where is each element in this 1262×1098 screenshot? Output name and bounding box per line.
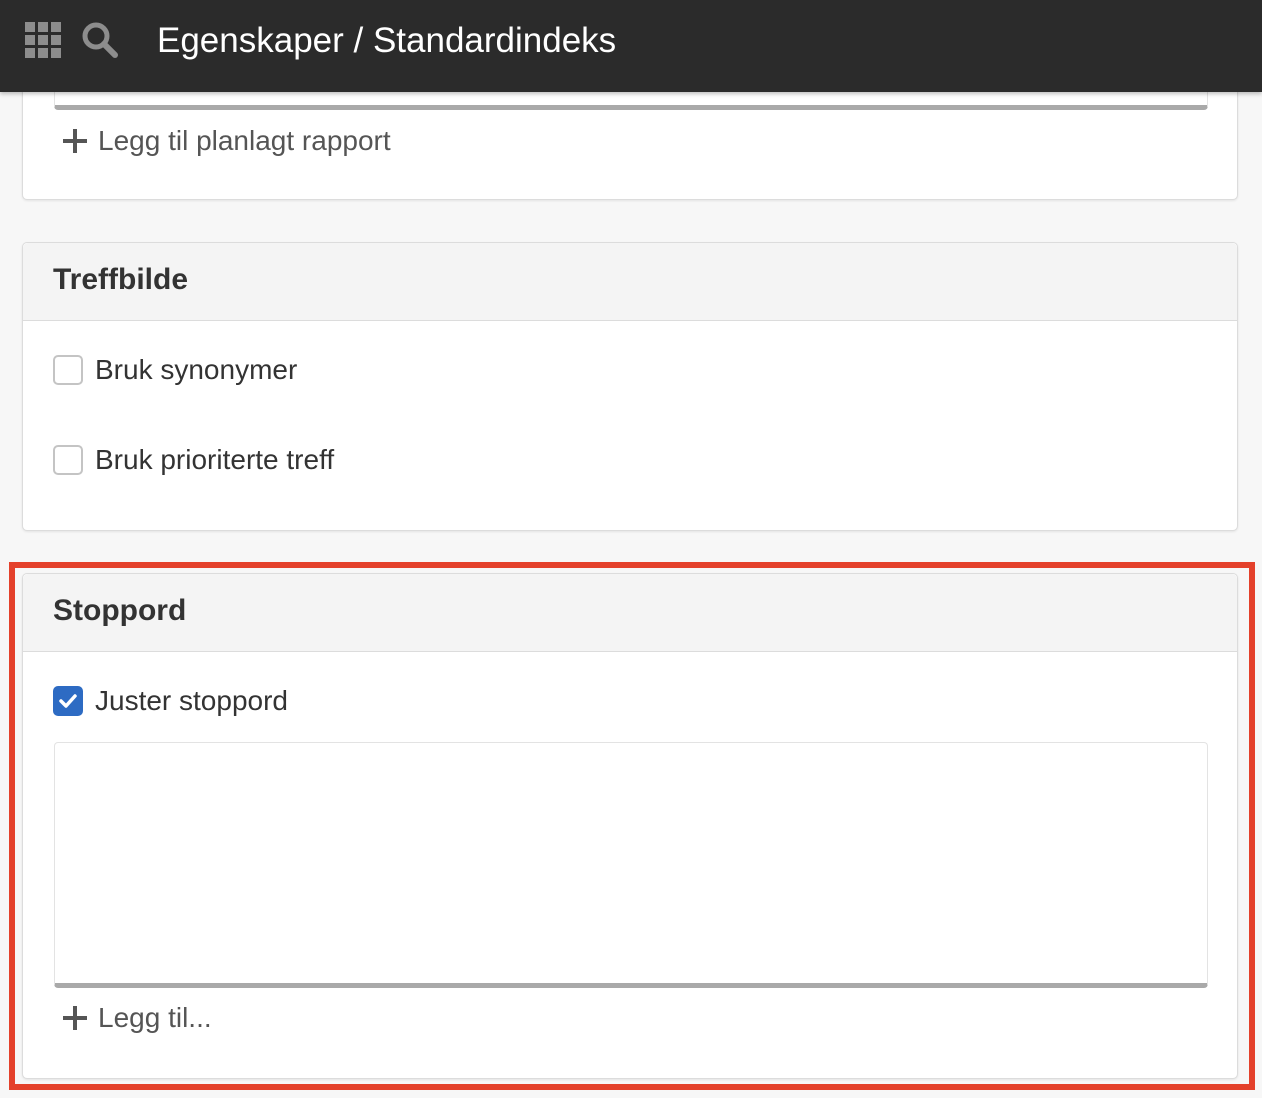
hits-panel-title: Treffbilde: [53, 263, 189, 296]
use-prioritized-hits-option[interactable]: Bruk prioriterte treff: [53, 444, 334, 476]
adjust-stopwords-label: Juster stoppord: [95, 685, 288, 716]
add-scheduled-report-link[interactable]: Legg til planlagt rapport: [63, 125, 391, 157]
plus-icon: [63, 1006, 87, 1030]
top-bar: Egenskaper / Standardindeks: [0, 0, 1262, 92]
stopwords-list[interactable]: [54, 742, 1208, 988]
stopwords-panel-title: Stoppord: [53, 594, 187, 627]
add-scheduled-report-label: Legg til planlagt rapport: [98, 125, 391, 156]
use-synonyms-label: Bruk synonymer: [95, 354, 298, 385]
use-synonyms-checkbox[interactable]: [53, 355, 83, 385]
add-stopword-link[interactable]: Legg til...: [63, 1002, 212, 1034]
use-prioritized-hits-checkbox[interactable]: [53, 445, 83, 475]
stopwords-panel-header: Stoppord: [23, 574, 1237, 652]
grid-icon[interactable]: [25, 22, 61, 58]
plus-icon: [63, 129, 87, 153]
use-prioritized-hits-label: Bruk prioriterte treff: [95, 444, 335, 475]
page-title: Egenskaper / Standardindeks: [157, 21, 617, 60]
search-icon[interactable]: [80, 20, 120, 60]
add-stopword-label: Legg til...: [98, 1002, 212, 1033]
hits-panel: Treffbilde Bruk synonymer Bruk prioriter…: [22, 242, 1238, 531]
checkmark-icon: [59, 694, 77, 708]
stopwords-panel: Stoppord Juster stoppord Legg til...: [22, 573, 1238, 1079]
adjust-stopwords-option[interactable]: Juster stoppord: [53, 685, 288, 717]
adjust-stopwords-checkbox[interactable]: [53, 686, 83, 716]
use-synonyms-option[interactable]: Bruk synonymer: [53, 354, 297, 386]
hits-panel-header: Treffbilde: [23, 243, 1237, 321]
